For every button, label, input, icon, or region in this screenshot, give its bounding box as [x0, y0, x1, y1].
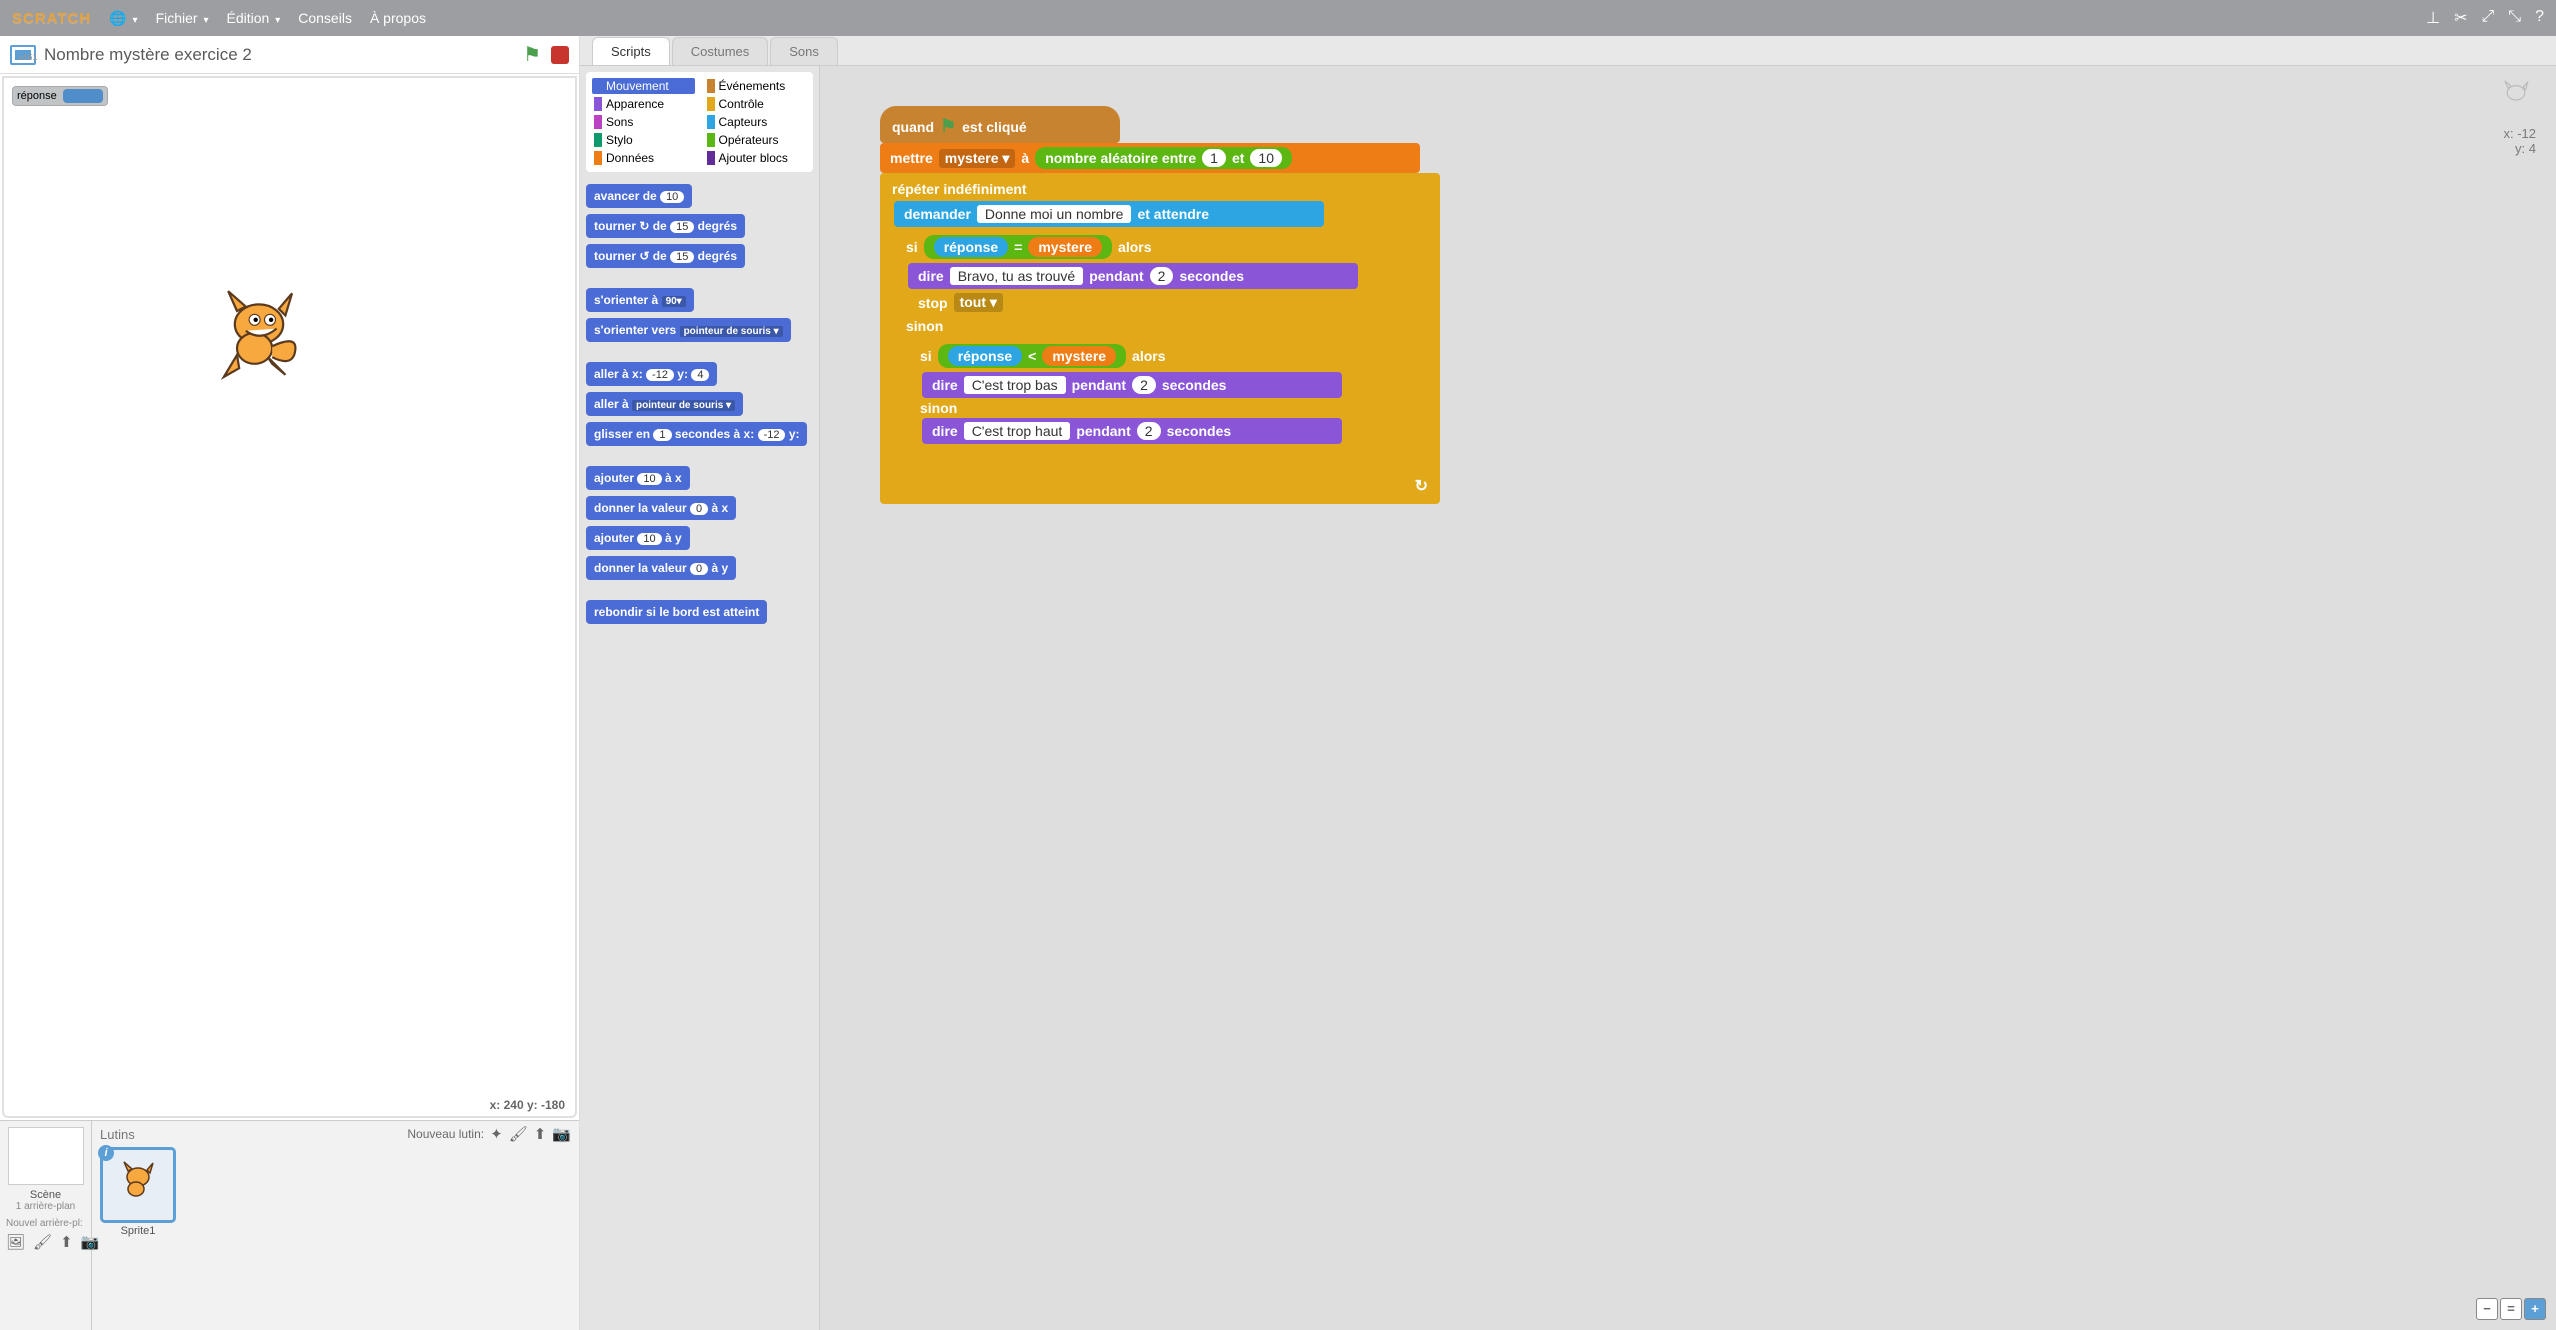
block-forever[interactable]: répéter indéfiniment demander Donne moi … [880, 173, 1440, 504]
block-glisser[interactable]: glisser en 1 secondes à x: -12 y: [586, 422, 807, 446]
block-set-var[interactable]: mettre mystere ▾ à nombre aléatoire entr… [880, 143, 1420, 173]
block-avancer[interactable]: avancer de 10 [586, 184, 692, 208]
block-if-else-2[interactable]: si réponse < mystere alors [908, 336, 1388, 458]
block-equals[interactable]: réponse = mystere [924, 235, 1112, 259]
stage-header: Nombre mystère exercice 2 ⚑ [0, 36, 579, 74]
stop-dropdown[interactable]: tout ▾ [954, 293, 1003, 312]
block-donner-y[interactable]: donner la valeur 0 à y [586, 556, 736, 580]
backdrop-cell[interactable]: Scène 1 arrière-plan Nouvel arrière-pl: … [0, 1121, 92, 1330]
sprite-thumb-sprite1[interactable]: i [100, 1147, 176, 1223]
scissors-icon[interactable]: ✂ [2454, 8, 2467, 28]
reporter-answer-2[interactable]: réponse [948, 346, 1022, 366]
block-rebondir[interactable]: rebondir si le bord est atteint [586, 600, 767, 624]
block-say-haut[interactable]: dire C'est trop haut pendant 2 secondes [922, 418, 1342, 444]
script-area[interactable]: x: -12y: 4 quand ⚑ est cliqué mettre mys… [820, 66, 2556, 1330]
zoom-out-button[interactable]: − [2476, 1298, 2498, 1320]
scene-label: Scène [6, 1189, 85, 1201]
stage[interactable]: réponse x: 240 [2, 76, 577, 1118]
lutins-label: Lutins [100, 1127, 135, 1142]
tab-scripts[interactable]: Scripts [592, 37, 670, 65]
backdrop-upload-icon[interactable]: ⬆ [60, 1233, 73, 1251]
cat-apparence[interactable]: Apparence [592, 96, 695, 112]
variable-monitor[interactable]: réponse [12, 86, 108, 106]
globe-icon[interactable]: 🌐 ▾ [109, 10, 137, 27]
zoom-reset-button[interactable]: = [2500, 1298, 2522, 1320]
block-lessthan[interactable]: réponse < mystere [938, 344, 1126, 368]
block-sorienter-a[interactable]: s'orienter à 90▾ [586, 288, 694, 312]
block-aller-a[interactable]: aller à pointeur de souris ▾ [586, 392, 743, 416]
block-tourner-cw[interactable]: tourner ↻ de 15 degrés [586, 214, 745, 238]
block-say-bas[interactable]: dire C'est trop bas pendant 2 secondes [922, 372, 1342, 398]
new-backdrop-label: Nouvel arrière-pl: [6, 1218, 85, 1229]
block-say-bravo[interactable]: dire Bravo, tu as trouvé pendant 2 secon… [908, 263, 1358, 289]
sprite-coords: x: -12y: 4 [2503, 126, 2536, 156]
shrink-icon[interactable]: ⤡ [2508, 8, 2521, 28]
block-sorienter-vers[interactable]: s'orienter vers pointeur de souris ▾ [586, 318, 791, 342]
top-nav: SCRATCH 🌐 ▾ Fichier ▾ Édition ▾ Conseils… [0, 0, 2556, 36]
sprite-paint-icon[interactable]: 🖌 [509, 1125, 528, 1143]
reporter-mystere-2[interactable]: mystere [1042, 346, 1116, 366]
cat-donnees[interactable]: Données [592, 150, 695, 166]
project-title: Nombre mystère exercice 2 [44, 45, 252, 65]
block-ajouter-x[interactable]: ajouter 10 à x [586, 466, 690, 490]
cat-operateurs[interactable]: Opérateurs [705, 132, 808, 148]
stop-button[interactable] [551, 46, 569, 64]
backdrop-thumb[interactable] [8, 1127, 84, 1185]
help-icon[interactable]: ? [2535, 8, 2544, 28]
cat-stylo[interactable]: Stylo [592, 132, 695, 148]
sprite-lib-icon[interactable]: ✦ [490, 1125, 503, 1143]
block-random[interactable]: nombre aléatoire entre 1 et 10 [1035, 147, 1292, 169]
tab-costumes[interactable]: Costumes [672, 37, 769, 65]
loop-arrow-icon: ↻ [880, 476, 1440, 500]
var-label: réponse [17, 90, 57, 102]
block-when-flag[interactable]: quand ⚑ est cliqué [880, 106, 1120, 143]
script-stack[interactable]: quand ⚑ est cliqué mettre mystere ▾ à no… [880, 106, 2556, 504]
block-stop[interactable]: stop tout ▾ [908, 289, 1048, 316]
new-sprite-label: Nouveau lutin: [407, 1127, 484, 1141]
green-flag-button[interactable]: ⚑ [523, 42, 541, 67]
block-ask[interactable]: demander Donne moi un nombre et attendre [894, 201, 1324, 227]
sprite-camera-icon[interactable]: 📷 [552, 1125, 571, 1143]
version-label: v461 [18, 52, 38, 62]
scratch-cat-sprite[interactable] [204, 278, 314, 391]
stamp-icon[interactable]: ⊥ [2426, 8, 2440, 28]
block-if-else-1[interactable]: si réponse = mystere alors [894, 227, 1414, 474]
cat-evenements[interactable]: Événements [705, 78, 808, 94]
sprite-upload-icon[interactable]: ⬆ [534, 1125, 547, 1143]
reporter-answer[interactable]: réponse [934, 237, 1008, 257]
sprite-preview-icon [2496, 76, 2536, 119]
backdrop-paint-icon[interactable]: 🖌 [33, 1233, 52, 1251]
scene-sub: 1 arrière-plan [6, 1201, 85, 1212]
reporter-mystere[interactable]: mystere [1028, 237, 1102, 257]
stage-coords: x: 240 y: -180 [490, 1098, 565, 1112]
sprite-thumb-label: Sprite1 [100, 1225, 176, 1237]
sprite-panel: Scène 1 arrière-plan Nouvel arrière-pl: … [0, 1120, 579, 1330]
scratch-logo: SCRATCH [12, 10, 91, 27]
sprite-info-icon[interactable]: i [98, 1145, 114, 1161]
cat-sons[interactable]: Sons [592, 114, 695, 130]
block-palette: Mouvement Événements Apparence Contrôle … [580, 66, 820, 1330]
zoom-controls: − = + [2476, 1298, 2546, 1320]
block-tourner-ccw[interactable]: tourner ↺ de 15 degrés [586, 244, 745, 268]
block-aller-xy[interactable]: aller à x: -12 y: 4 [586, 362, 717, 386]
menu-about[interactable]: À propos [370, 10, 426, 26]
backdrop-lib-icon[interactable]: 🖼 [6, 1233, 25, 1251]
menu-file[interactable]: Fichier ▾ [156, 10, 209, 26]
expand-icon[interactable]: ⤢ [2481, 8, 2494, 28]
green-flag-icon: ⚑ [940, 116, 956, 137]
tab-sounds[interactable]: Sons [770, 37, 838, 65]
zoom-in-button[interactable]: + [2524, 1298, 2546, 1320]
category-selector: Mouvement Événements Apparence Contrôle … [586, 72, 813, 172]
cat-ajouter[interactable]: Ajouter blocs [705, 150, 808, 166]
var-value [63, 89, 103, 103]
block-ajouter-y[interactable]: ajouter 10 à y [586, 526, 690, 550]
cat-controle[interactable]: Contrôle [705, 96, 808, 112]
block-donner-x[interactable]: donner la valeur 0 à x [586, 496, 736, 520]
cat-mouvement[interactable]: Mouvement [592, 78, 695, 94]
var-dropdown[interactable]: mystere ▾ [939, 149, 1016, 168]
editor-tabs: Scripts Costumes Sons [580, 36, 2556, 66]
menu-tips[interactable]: Conseils [298, 10, 352, 26]
menu-edit[interactable]: Édition ▾ [227, 10, 281, 26]
cat-capteurs[interactable]: Capteurs [705, 114, 808, 130]
